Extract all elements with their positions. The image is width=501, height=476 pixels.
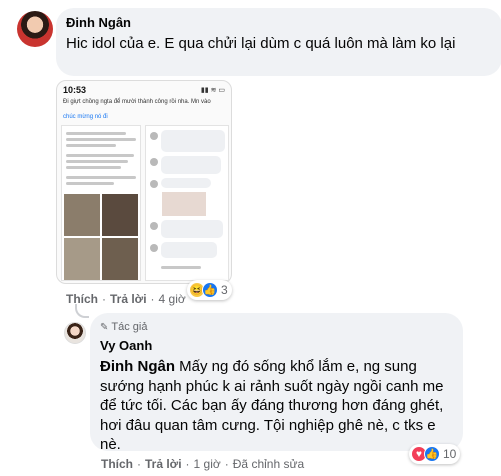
avatar[interactable] (64, 322, 86, 344)
like-icon: 👍 (202, 282, 218, 298)
reply-button[interactable]: Trả lời (110, 292, 147, 306)
status-icons: ▮▮ ≋ ▭ (200, 87, 225, 94)
attachment-time: 10:53 (63, 85, 87, 95)
avatar[interactable] (17, 11, 53, 47)
attachment-panel-left (61, 125, 141, 281)
edited-label: Đã chỉnh sửa (232, 457, 305, 471)
attachment-caption: Đi giựt chồng ngta để mười thành công rồ… (63, 99, 211, 105)
comment-timestamp[interactable]: 1 giờ (194, 457, 221, 471)
separator: · (185, 457, 190, 471)
reply-button[interactable]: Trả lời (145, 457, 182, 471)
attachment-panel-right (145, 125, 229, 281)
reaction-summary[interactable]: ♥ 👍 10 (409, 444, 461, 464)
separator: · (224, 457, 229, 471)
reaction-summary[interactable]: 😆 👍 3 (187, 280, 232, 300)
pen-icon: ✎ (100, 321, 109, 333)
separator: · (102, 292, 106, 306)
comment-attachment-image[interactable]: 10:53 ▮▮ ≋ ▭ Đi giựt chồng ngta để mười … (56, 80, 232, 284)
reaction-count: 3 (221, 283, 228, 297)
comment-actions: Thích · Trả lời · 1 giờ · Đã chỉnh sửa (101, 457, 304, 471)
author-badge: ✎ Tác giả (100, 321, 147, 333)
separator: · (137, 457, 141, 471)
comment-author[interactable]: Đinh Ngân (66, 15, 131, 30)
author-badge-label: Tác giả (111, 321, 148, 333)
reply-thread-line (75, 304, 89, 318)
mention-link[interactable]: Đinh Ngân (100, 358, 175, 375)
comment-text: Hic idol của e. E qua chửi lại dùm c quá… (66, 35, 456, 52)
like-button[interactable]: Thích (101, 457, 133, 471)
separator: · (150, 292, 155, 306)
attachment-caption-link: chúc mừng nó đi (63, 114, 108, 120)
comment-author[interactable]: Vy Oanh (100, 338, 152, 353)
comment-text: Đinh Ngân Mấy ng đó sống khổ lắm e, ng s… (100, 357, 456, 455)
comment-timestamp[interactable]: 4 giờ (159, 292, 186, 306)
reaction-count: 10 (443, 447, 457, 461)
like-icon: 👍 (424, 446, 440, 462)
